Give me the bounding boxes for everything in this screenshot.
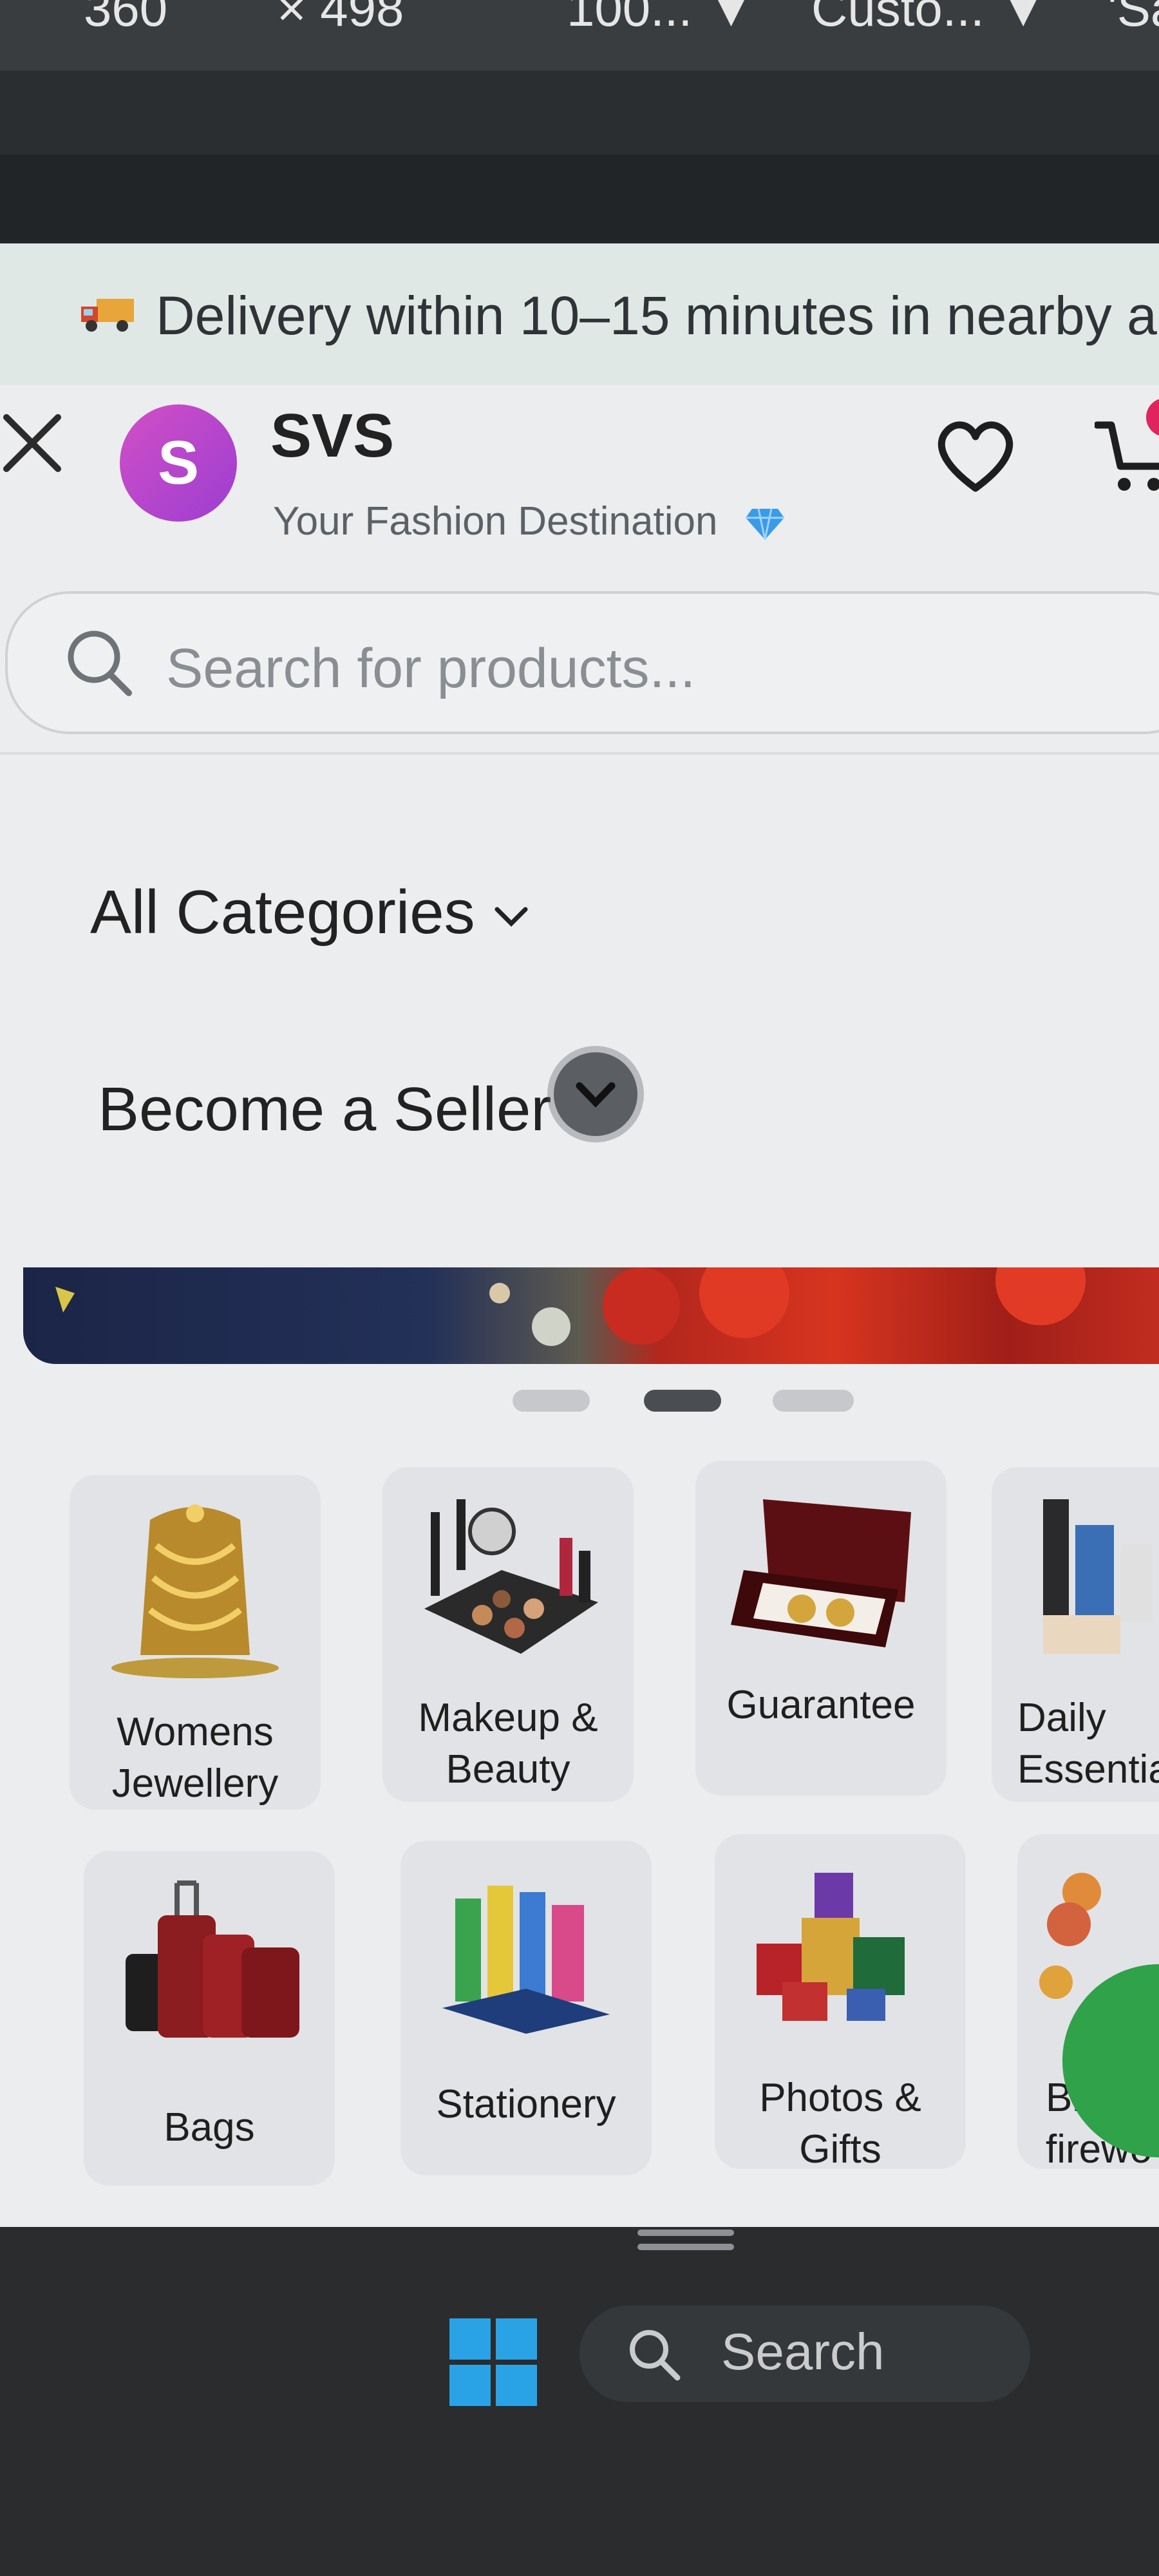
- category-label: Photos & Gifts: [715, 2072, 966, 2175]
- avatar[interactable]: S: [120, 404, 237, 522]
- stationery-image: [442, 1886, 610, 2034]
- category-label-text: Daily Essentia: [1017, 1696, 1159, 1792]
- carousel-dot-active[interactable]: [644, 1390, 721, 1412]
- carousel-indicators: [0, 1390, 1159, 1416]
- category-label: Bags: [84, 2102, 335, 2154]
- category-label-text: Bags: [164, 2105, 255, 2150]
- category-label-text: Photos & Gifts: [759, 2076, 921, 2172]
- toolbar-item[interactable]: × 498: [277, 0, 404, 38]
- category-stationery[interactable]: Stationery: [400, 1841, 652, 2175]
- become-seller-dropdown[interactable]: Become a Seller: [98, 1074, 551, 1145]
- makeup-image: [424, 1499, 598, 1654]
- chevron-down-icon: [495, 907, 528, 927]
- search-icon: [68, 630, 132, 696]
- category-label-text: Guarantee: [726, 1683, 916, 1727]
- category-guarantee[interactable]: Guarantee: [695, 1461, 947, 1795]
- toolbar-item[interactable]: Custo... ▼: [811, 0, 1048, 38]
- diamond-icon: [745, 508, 784, 540]
- toolbar-item[interactable]: 100... ▼: [567, 0, 756, 38]
- drag-handle[interactable]: [637, 2244, 734, 2250]
- category-label-text: Makeup & Beauty: [418, 1696, 598, 1792]
- carousel-dot[interactable]: [773, 1390, 854, 1412]
- category-label: Daily Essentia: [1017, 1692, 1159, 1795]
- promo-banner[interactable]: [23, 1267, 1159, 1364]
- bags-image: [126, 1880, 299, 2038]
- category-label-text: Stationery: [436, 2082, 616, 2126]
- category-bags[interactable]: Bags: [84, 1851, 335, 2186]
- category-photos-gifts[interactable]: Photos & Gifts: [715, 1834, 966, 2172]
- top-toolbar: 360 × 498 100... ▼ Custo... ▼ 'Sa: [0, 0, 1159, 75]
- delivery-text: Delivery within 10–15 minutes in nearby …: [156, 285, 1159, 346]
- all-categories-label: All Categories: [90, 878, 475, 947]
- search-input[interactable]: [165, 632, 1069, 705]
- banner-image: [55, 1267, 1086, 1346]
- windows-start-icon[interactable]: [449, 2318, 537, 2406]
- category-label: Womens Jewellery: [70, 1707, 321, 1810]
- category-label-text: Womens Jewellery: [111, 1710, 279, 1806]
- app-screen: Delivery within 10–15 minutes in nearby …: [0, 243, 1159, 2227]
- divider: [0, 752, 1159, 755]
- category-label: Makeup & Beauty: [382, 1692, 634, 1795]
- seller-chevron-button[interactable]: [554, 1052, 637, 1136]
- tagline-text: Your Fashion Destination: [273, 499, 718, 544]
- category-label: Guarantee: [695, 1680, 947, 1731]
- drag-handle[interactable]: [637, 2230, 734, 2236]
- chevron-down-icon: [576, 1082, 616, 1108]
- close-icon[interactable]: [0, 404, 71, 475]
- category-womens-jewellery[interactable]: Womens Jewellery: [70, 1475, 321, 1810]
- toolbar-item[interactable]: 'Sa: [1107, 0, 1159, 38]
- jewellery-image: [111, 1504, 279, 1678]
- heart-icon[interactable]: [934, 417, 1017, 495]
- all-categories-dropdown[interactable]: All Categories: [90, 877, 531, 948]
- search-icon: [630, 2330, 681, 2381]
- taskbar-search-label: Search: [721, 2323, 885, 2380]
- gifts-image: [757, 1873, 905, 2021]
- category-makeup-beauty[interactable]: Makeup & Beauty: [382, 1467, 634, 1802]
- bezel: [0, 155, 1159, 245]
- brand-tagline: Your Fashion Destination: [273, 498, 786, 544]
- toolbar-item[interactable]: 360: [84, 0, 167, 38]
- essentials-image: [1043, 1499, 1153, 1654]
- become-seller-label: Become a Seller: [98, 1075, 552, 1144]
- brand-name[interactable]: SVS: [270, 401, 394, 471]
- delivery-banner: Delivery within 10–15 minutes in nearby …: [0, 243, 1159, 385]
- bezel: [0, 71, 1159, 155]
- category-label: Stationery: [400, 2079, 652, 2130]
- jewellery-box-image: [731, 1499, 911, 1647]
- truck-icon: [81, 299, 134, 332]
- carousel-dot[interactable]: [513, 1390, 590, 1412]
- category-daily-essentials[interactable]: Daily Essentia: [992, 1467, 1159, 1802]
